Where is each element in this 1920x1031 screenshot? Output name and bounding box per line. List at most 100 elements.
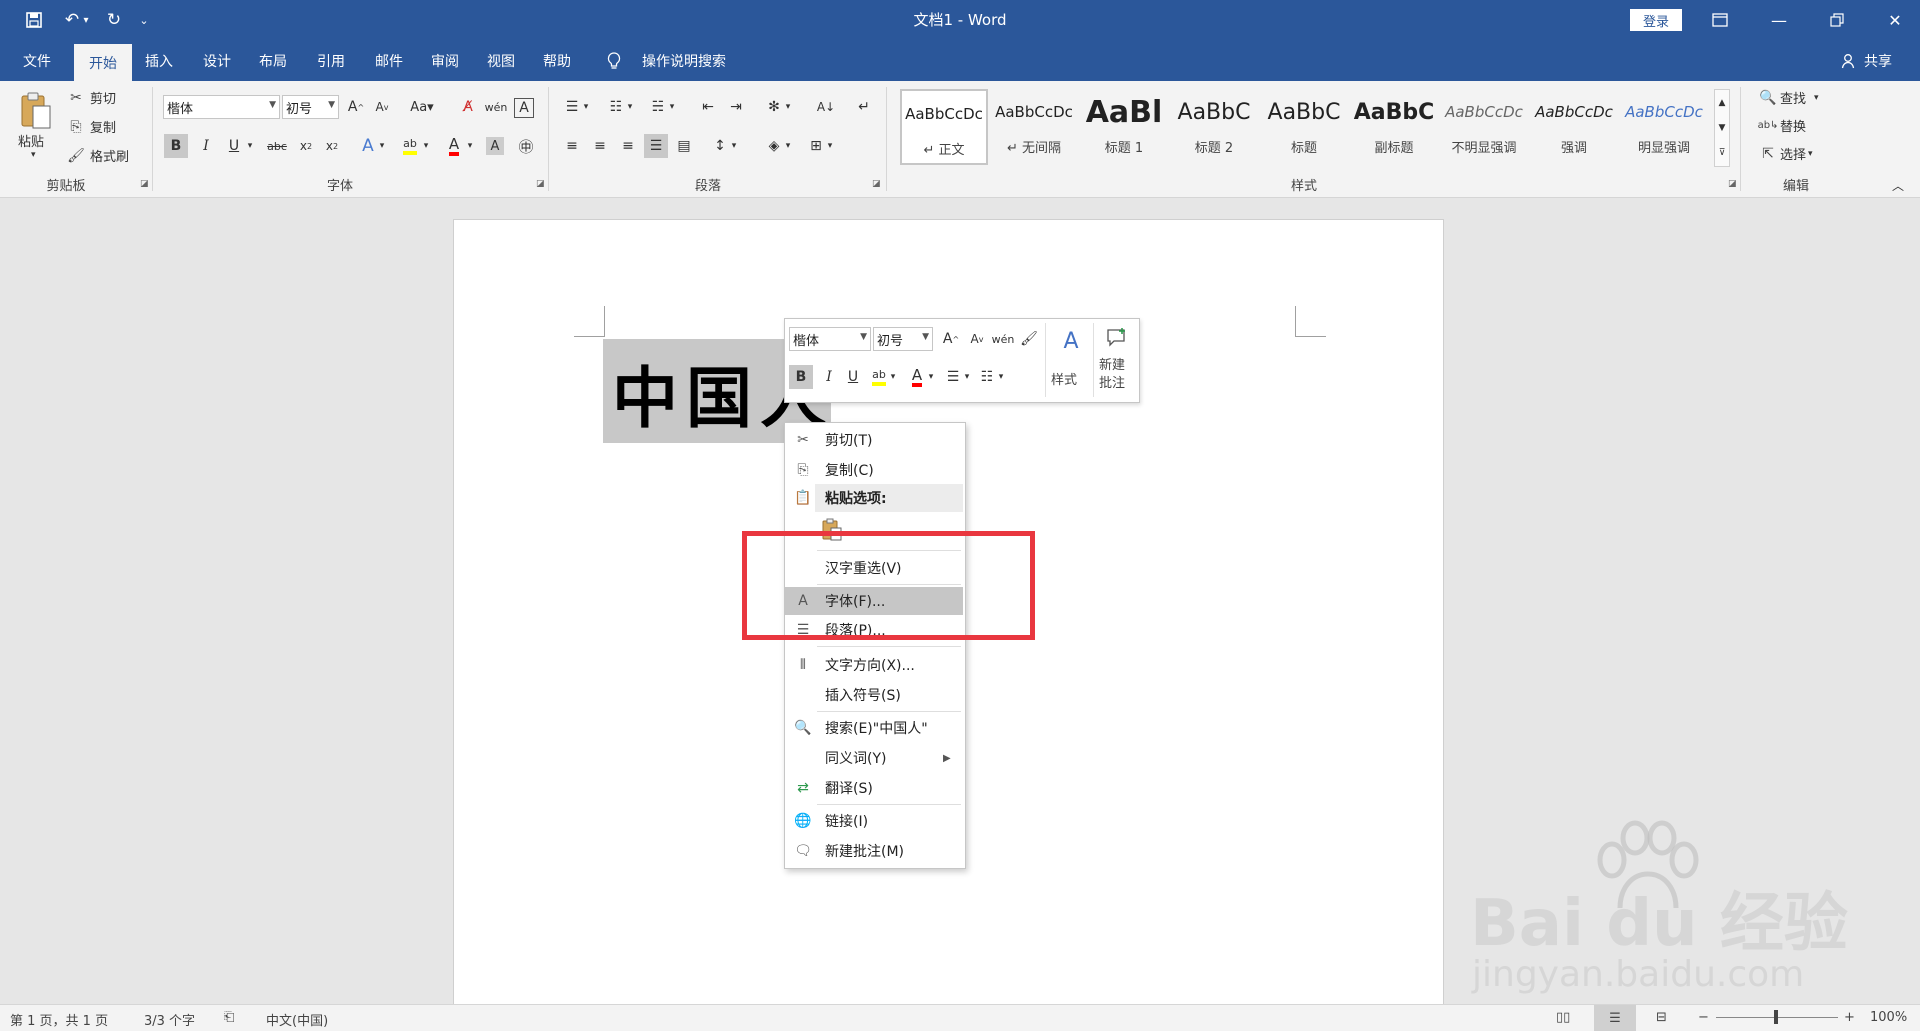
- sort-icon[interactable]: A↓: [814, 95, 838, 119]
- style-subtitle[interactable]: AaBbC 副标题: [1350, 89, 1438, 165]
- multilevel-dropdown-icon[interactable]: ▾: [666, 95, 678, 119]
- menu-item-search[interactable]: 🔍 搜索(E)"中国人": [785, 714, 963, 742]
- clipboard-launcher-icon[interactable]: ◪: [140, 179, 149, 189]
- highlighter-dropdown-icon[interactable]: ▾: [420, 134, 432, 158]
- menu-item-text-direction[interactable]: ⫴ 文字方向(X)...: [785, 651, 963, 679]
- increase-indent-icon[interactable]: ⇥: [724, 95, 748, 119]
- styles-gallery-scroller[interactable]: ▲ ▼ ⊽: [1714, 89, 1730, 167]
- format-painter-button[interactable]: 🖌 格式刷: [66, 146, 129, 166]
- web-layout-icon[interactable]: ⊟: [1656, 1010, 1667, 1025]
- grow-font-icon[interactable]: A ^: [344, 95, 368, 119]
- language-indicator[interactable]: 中文(中国): [266, 1010, 328, 1029]
- cut-button[interactable]: ✂ 剪切: [66, 88, 116, 108]
- distributed-icon[interactable]: ▤: [672, 134, 696, 158]
- style-heading-2[interactable]: AaBbC 标题 2: [1170, 89, 1258, 165]
- italic-icon[interactable]: I: [194, 134, 218, 158]
- zoom-level[interactable]: 100%: [1870, 1010, 1907, 1025]
- tab-view[interactable]: 视图: [478, 40, 524, 81]
- character-border-icon[interactable]: A: [514, 98, 534, 118]
- tab-design[interactable]: 设计: [194, 40, 240, 81]
- mini-phonetic-guide-icon[interactable]: wén: [991, 327, 1015, 351]
- enclose-characters-icon[interactable]: ㊥: [514, 134, 538, 158]
- style-subtle-emphasis[interactable]: AaBbCcDc 不明显强调: [1440, 89, 1528, 165]
- undo-dropdown-icon[interactable]: ▾: [80, 8, 92, 32]
- menu-item-insert-symbol[interactable]: 插入符号(S): [785, 681, 963, 709]
- scroll-up-icon[interactable]: ▲: [1719, 98, 1726, 108]
- restore-icon[interactable]: [1808, 0, 1866, 40]
- proofing-icon[interactable]: ⎗: [224, 1010, 234, 1025]
- login-button[interactable]: 登录: [1630, 9, 1682, 31]
- copy-button[interactable]: ⎘ 复制: [66, 117, 116, 137]
- mini-styles-icon[interactable]: A: [1055, 325, 1087, 357]
- align-right-icon[interactable]: ≡: [616, 134, 640, 158]
- font-color-dropdown-icon[interactable]: ▾: [464, 134, 476, 158]
- font-name-combo[interactable]: 楷体 ▼: [163, 95, 280, 119]
- find-button[interactable]: 🔍 查找 ▾: [1758, 88, 1818, 108]
- style-intense-emphasis[interactable]: AaBbCcDc 明显强调: [1620, 89, 1708, 165]
- tab-mailings[interactable]: 邮件: [366, 40, 412, 81]
- strikethrough-icon[interactable]: abc: [262, 134, 292, 158]
- tab-insert[interactable]: 插入: [136, 40, 182, 81]
- read-mode-icon[interactable]: ▯▯: [1556, 1010, 1570, 1025]
- menu-item-cut[interactable]: ✂ 剪切(T): [785, 426, 963, 454]
- mini-numbering-dropdown-icon[interactable]: ▾: [995, 365, 1007, 389]
- numbering-dropdown-icon[interactable]: ▾: [624, 95, 636, 119]
- more-styles-icon[interactable]: ⊽: [1719, 148, 1726, 158]
- text-effects-dropdown-icon[interactable]: ▾: [376, 134, 388, 158]
- word-count[interactable]: 3/3 个字: [144, 1010, 195, 1029]
- zoom-out-icon[interactable]: −: [1698, 1010, 1709, 1025]
- font-launcher-icon[interactable]: ◪: [536, 179, 545, 189]
- save-icon[interactable]: [20, 8, 48, 32]
- asian-layout-dropdown-icon[interactable]: ▾: [782, 95, 794, 119]
- font-size-combo[interactable]: 初号 ▼: [282, 95, 339, 119]
- redo-icon[interactable]: ↻: [100, 8, 128, 32]
- style-no-spacing[interactable]: AaBbCcDc ↵ 无间隔: [990, 89, 1078, 165]
- customize-qat-icon[interactable]: ⌄: [136, 8, 152, 32]
- phonetic-guide-icon[interactable]: wén: [484, 95, 508, 119]
- underline-dropdown-icon[interactable]: ▾: [244, 134, 256, 158]
- mini-bullets-dropdown-icon[interactable]: ▾: [961, 365, 973, 389]
- paragraph-launcher-icon[interactable]: ◪: [872, 179, 881, 189]
- style-title[interactable]: AaBbC 标题: [1260, 89, 1348, 165]
- mini-grow-font-icon[interactable]: A ^: [939, 327, 963, 351]
- align-center-icon[interactable]: ≡: [588, 134, 612, 158]
- change-case-icon[interactable]: Aa▾: [406, 95, 438, 119]
- tab-layout[interactable]: 布局: [250, 40, 296, 81]
- clear-formatting-icon[interactable]: A̸: [456, 95, 480, 119]
- select-button[interactable]: ⇱ 选择 ▾: [1758, 144, 1812, 164]
- mini-new-comment-button[interactable]: 新建 批注: [1099, 357, 1125, 393]
- tab-references[interactable]: 引用: [308, 40, 354, 81]
- replace-button[interactable]: ab↳ 替换: [1758, 116, 1806, 135]
- minimize-icon[interactable]: —: [1750, 0, 1808, 40]
- styles-launcher-icon[interactable]: ◪: [1728, 179, 1737, 189]
- character-shading-icon[interactable]: A: [486, 137, 504, 155]
- share-user-icon[interactable]: [1838, 40, 1860, 81]
- style-emphasis[interactable]: AaBbCcDc 强调: [1530, 89, 1618, 165]
- borders-dropdown-icon[interactable]: ▾: [824, 134, 836, 158]
- tab-home[interactable]: 开始: [74, 44, 132, 81]
- mini-font-color-dropdown-icon[interactable]: ▾: [925, 365, 937, 389]
- menu-item-link[interactable]: 🌐 链接(I): [785, 807, 963, 835]
- paste-button[interactable]: 粘贴: [18, 131, 44, 150]
- tab-help[interactable]: 帮助: [534, 40, 580, 81]
- mini-underline-icon[interactable]: U: [841, 365, 865, 389]
- highlighter-icon[interactable]: ab: [398, 134, 422, 158]
- page-count[interactable]: 第 1 页，共 1 页: [10, 1010, 108, 1029]
- menu-item-synonyms[interactable]: 同义词(Y) ▶: [785, 744, 963, 772]
- paste-icon[interactable]: [16, 89, 56, 133]
- underline-icon[interactable]: U: [222, 134, 246, 158]
- shading-dropdown-icon[interactable]: ▾: [782, 134, 794, 158]
- close-icon[interactable]: ✕: [1866, 0, 1920, 40]
- decrease-indent-icon[interactable]: ⇤: [696, 95, 720, 119]
- subscript-icon[interactable]: x2: [294, 134, 318, 158]
- mini-format-painter-icon[interactable]: 🖌: [1017, 327, 1041, 351]
- shrink-font-icon[interactable]: Av: [370, 95, 394, 119]
- print-layout-icon[interactable]: ☰: [1594, 1005, 1636, 1031]
- mini-italic-icon[interactable]: I: [817, 365, 841, 389]
- menu-item-translate[interactable]: ⇄ 翻译(S): [785, 774, 963, 802]
- bullets-dropdown-icon[interactable]: ▾: [580, 95, 592, 119]
- line-spacing-dropdown-icon[interactable]: ▾: [728, 134, 740, 158]
- mini-new-comment-icon[interactable]: [1103, 325, 1131, 351]
- mini-highlighter-dropdown-icon[interactable]: ▾: [887, 365, 899, 389]
- mini-shrink-font-icon[interactable]: Av: [965, 327, 989, 351]
